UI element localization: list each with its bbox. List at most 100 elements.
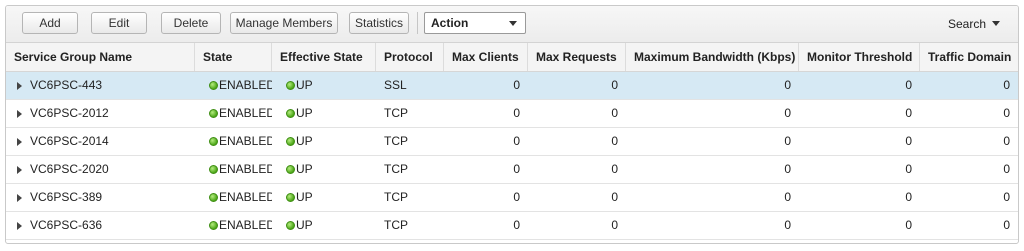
protocol-text: TCP xyxy=(384,162,408,176)
effective-state-text: UP xyxy=(296,162,313,176)
monitor-threshold-cell: 0 xyxy=(799,156,920,183)
protocol-cell: TCP xyxy=(376,100,444,127)
column-header-service-group-name[interactable]: Service Group Name xyxy=(6,43,195,71)
column-header-state[interactable]: State xyxy=(195,43,272,71)
table-row[interactable]: VC6PSC-389 ENABLED UP TCP 0 0 0 0 0 xyxy=(6,184,1018,212)
monitor-threshold-text: 0 xyxy=(905,190,912,204)
max-clients-cell: 0 xyxy=(444,100,528,127)
max-bandwidth-cell: 0 xyxy=(626,156,799,183)
max-requests-cell: 0 xyxy=(528,72,626,99)
max-requests-text: 0 xyxy=(611,162,618,176)
max-requests-cell: 0 xyxy=(528,100,626,127)
add-button[interactable]: Add xyxy=(22,12,78,34)
traffic-domain-cell: 0 xyxy=(920,156,1018,183)
max-requests-cell: 0 xyxy=(528,128,626,155)
traffic-domain-text: 0 xyxy=(1003,78,1010,92)
max-bandwidth-cell: 0 xyxy=(626,212,799,239)
traffic-domain-text: 0 xyxy=(1003,134,1010,148)
service-group-name-text: VC6PSC-389 xyxy=(30,190,103,204)
service-group-name-cell: VC6PSC-2012 xyxy=(6,100,195,127)
green-status-dot-icon xyxy=(209,193,218,202)
max-clients-cell: 0 xyxy=(444,156,528,183)
green-status-dot-icon xyxy=(286,137,295,146)
green-status-dot-icon xyxy=(286,109,295,118)
toolbar: Add Edit Delete Manage Members Statistic… xyxy=(6,6,1018,43)
green-status-dot-icon xyxy=(209,137,218,146)
column-header-max-clients[interactable]: Max Clients xyxy=(444,43,528,71)
table-header: Service Group Name State Effective State… xyxy=(6,43,1018,72)
service-group-name-text: VC6PSC-2012 xyxy=(30,106,109,120)
service-group-name-text: VC6PSC-636 xyxy=(30,218,103,232)
search-menu[interactable]: Search xyxy=(948,16,1000,32)
column-header-monitor-threshold[interactable]: Monitor Threshold xyxy=(799,43,920,71)
state-text: ENABLED xyxy=(219,78,272,92)
state-text: ENABLED xyxy=(219,106,272,120)
table-row[interactable]: VC6PSC-636 ENABLED UP TCP 0 0 0 0 0 xyxy=(6,212,1018,240)
effective-state-cell: UP xyxy=(272,156,376,183)
monitor-threshold-text: 0 xyxy=(905,106,912,120)
service-group-name-cell: VC6PSC-443 xyxy=(6,72,195,99)
protocol-text: SSL xyxy=(384,78,407,92)
max-clients-cell: 0 xyxy=(444,128,528,155)
column-header-maximum-bandwidth[interactable]: Maximum Bandwidth (Kbps) xyxy=(626,43,799,71)
column-header-effective-state[interactable]: Effective State xyxy=(272,43,376,71)
table-row[interactable]: VC6PSC-2014 ENABLED UP TCP 0 0 0 0 0 xyxy=(6,128,1018,156)
effective-state-text: UP xyxy=(296,134,313,148)
effective-state-text: UP xyxy=(296,106,313,120)
manage-members-button[interactable]: Manage Members xyxy=(230,12,338,34)
table-row[interactable]: VC6PSC-2020 ENABLED UP TCP 0 0 0 0 0 xyxy=(6,156,1018,184)
monitor-threshold-text: 0 xyxy=(905,218,912,232)
max-bandwidth-text: 0 xyxy=(784,106,791,120)
service-group-name-text: VC6PSC-2014 xyxy=(30,134,109,148)
max-clients-cell: 0 xyxy=(444,184,528,211)
protocol-text: TCP xyxy=(384,106,408,120)
service-group-name-text: VC6PSC-2020 xyxy=(30,162,109,176)
action-dropdown[interactable]: Action xyxy=(424,12,526,34)
effective-state-text: UP xyxy=(296,78,313,92)
state-cell: ENABLED xyxy=(195,184,272,211)
protocol-cell: TCP xyxy=(376,184,444,211)
column-header-protocol[interactable]: Protocol xyxy=(376,43,444,71)
column-header-max-requests[interactable]: Max Requests xyxy=(528,43,626,71)
monitor-threshold-text: 0 xyxy=(905,78,912,92)
statistics-button[interactable]: Statistics xyxy=(349,12,409,34)
state-text: ENABLED xyxy=(219,218,272,232)
max-requests-text: 0 xyxy=(611,78,618,92)
protocol-text: TCP xyxy=(384,190,408,204)
max-clients-text: 0 xyxy=(513,190,520,204)
effective-state-cell: UP xyxy=(272,72,376,99)
service-group-name-cell: VC6PSC-389 xyxy=(6,184,195,211)
effective-state-cell: UP xyxy=(272,184,376,211)
max-requests-text: 0 xyxy=(611,190,618,204)
service-group-name-cell: VC6PSC-2020 xyxy=(6,156,195,183)
traffic-domain-cell: 0 xyxy=(920,212,1018,239)
edit-button[interactable]: Edit xyxy=(91,12,147,34)
max-requests-cell: 0 xyxy=(528,184,626,211)
monitor-threshold-cell: 0 xyxy=(799,184,920,211)
protocol-cell: SSL xyxy=(376,72,444,99)
table-row[interactable]: VC6PSC-443 ENABLED UP SSL 0 0 0 0 0 xyxy=(6,72,1018,100)
table-row[interactable]: VC6PSC-2012 ENABLED UP TCP 0 0 0 0 0 xyxy=(6,100,1018,128)
green-status-dot-icon xyxy=(209,109,218,118)
column-header-traffic-domain[interactable]: Traffic Domain xyxy=(920,43,1018,71)
traffic-domain-text: 0 xyxy=(1003,106,1010,120)
state-text: ENABLED xyxy=(219,162,272,176)
monitor-threshold-text: 0 xyxy=(905,162,912,176)
service-group-name-text: VC6PSC-443 xyxy=(30,78,103,92)
traffic-domain-text: 0 xyxy=(1003,162,1010,176)
max-requests-cell: 0 xyxy=(528,212,626,239)
protocol-cell: TCP xyxy=(376,128,444,155)
monitor-threshold-text: 0 xyxy=(905,134,912,148)
max-bandwidth-cell: 0 xyxy=(626,128,799,155)
delete-button[interactable]: Delete xyxy=(161,12,221,34)
max-requests-cell: 0 xyxy=(528,156,626,183)
max-bandwidth-text: 0 xyxy=(784,190,791,204)
effective-state-text: UP xyxy=(296,190,313,204)
max-bandwidth-text: 0 xyxy=(784,218,791,232)
state-cell: ENABLED xyxy=(195,100,272,127)
max-requests-text: 0 xyxy=(611,134,618,148)
effective-state-cell: UP xyxy=(272,100,376,127)
green-status-dot-icon xyxy=(286,193,295,202)
max-bandwidth-text: 0 xyxy=(784,162,791,176)
green-status-dot-icon xyxy=(209,221,218,230)
